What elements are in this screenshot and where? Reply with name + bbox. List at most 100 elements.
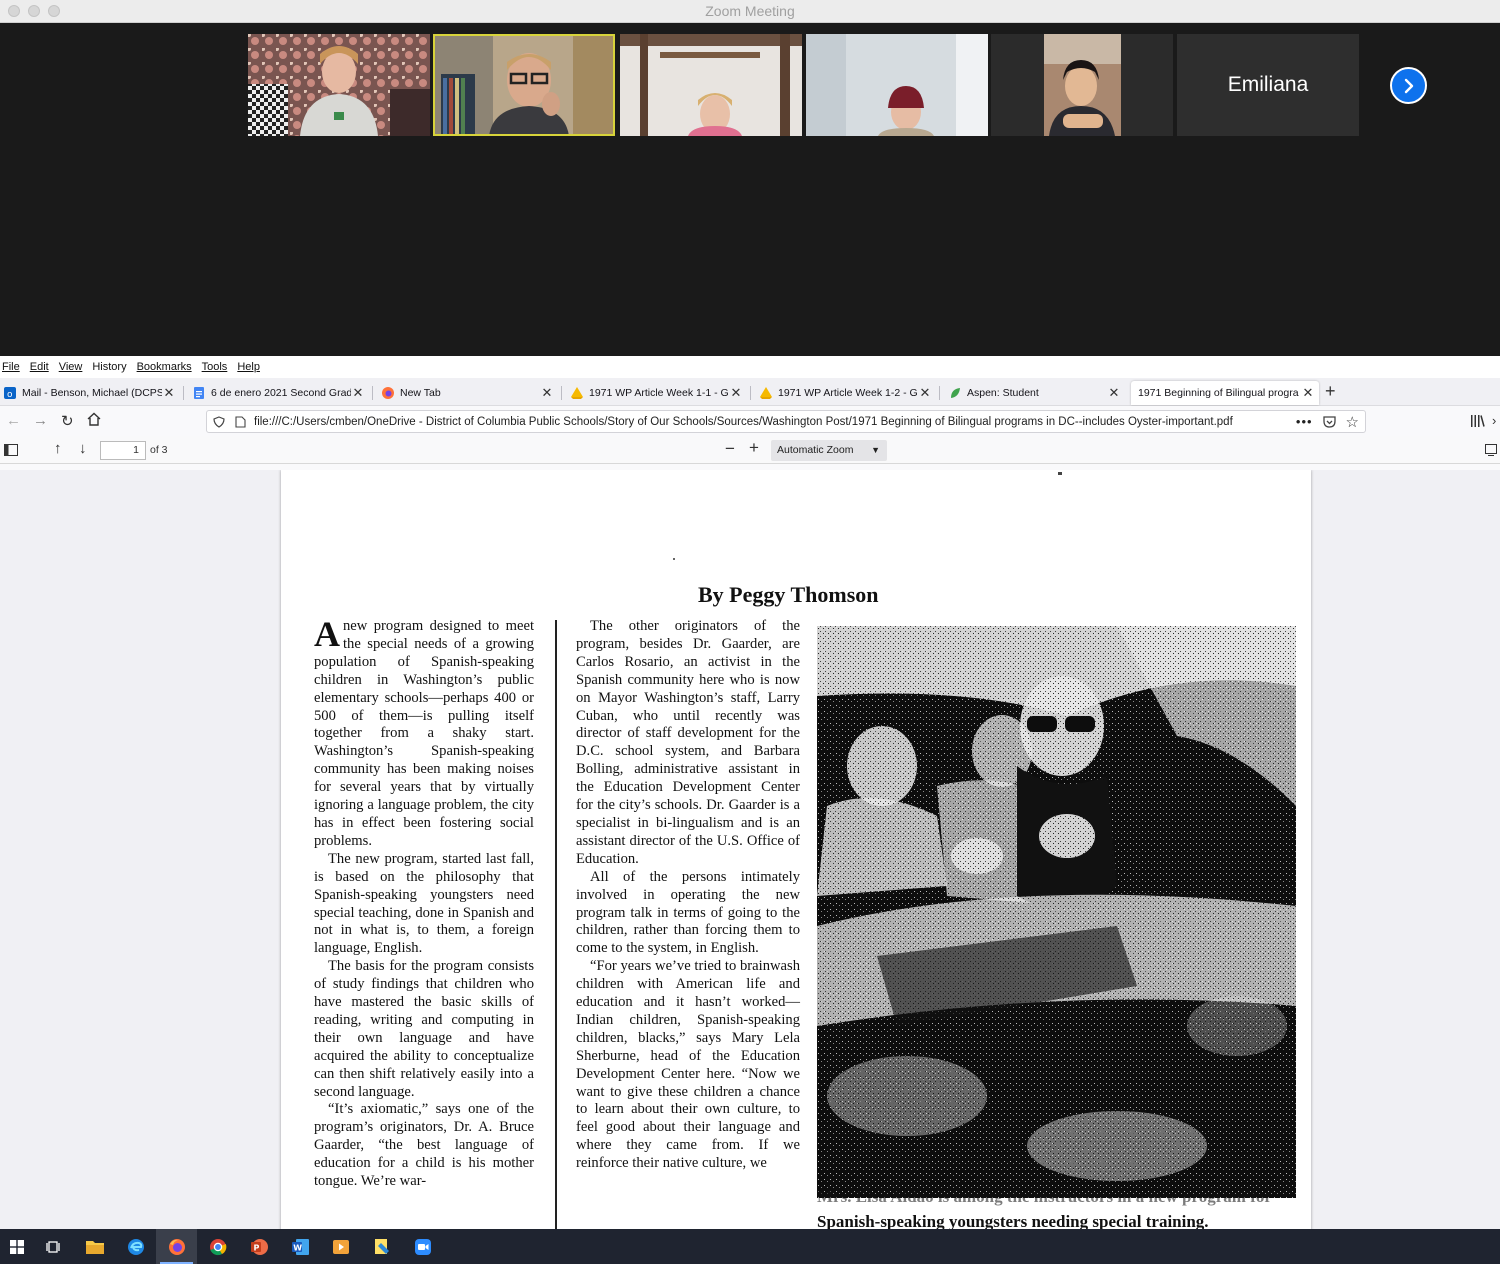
menu-history[interactable]: History: [92, 361, 126, 373]
zoom-window: Zoom Meeting Emiliana: [0, 0, 1500, 356]
firefox-window: File Edit View History Bookmarks Tools H…: [0, 356, 1500, 1229]
task-view-button[interactable]: [33, 1229, 74, 1264]
forward-button[interactable]: →: [33, 412, 48, 429]
page-number-input[interactable]: 1: [100, 441, 146, 460]
powerpoint-icon: P: [250, 1238, 268, 1255]
aspen-icon: [949, 387, 961, 399]
previous-page-button[interactable]: ↑: [54, 440, 62, 457]
word-button[interactable]: W: [279, 1229, 320, 1264]
page-icon: [235, 415, 246, 428]
close-tab-icon[interactable]: ✕: [1107, 385, 1121, 401]
tab-drive-article-2[interactable]: 1971 WP Article Week 1-2 - Goo ✕: [756, 381, 936, 405]
pdf-page: By Peggy Thomson A new program designed …: [281, 470, 1311, 1229]
media-player-icon: [332, 1239, 349, 1254]
home-icon: [87, 412, 101, 426]
google-docs-icon: [193, 387, 205, 399]
tools-menu-icon[interactable]: [1485, 444, 1497, 456]
file-explorer-icon: [85, 1241, 104, 1254]
close-tab-icon[interactable]: ✕: [918, 385, 932, 401]
next-page-button[interactable]: ↓: [79, 440, 87, 457]
scan-speck: [673, 558, 675, 560]
next-gallery-page-button[interactable]: [1390, 67, 1427, 104]
article-column-2: The other originators of the program, be…: [576, 618, 800, 1172]
tab-drive-article-1[interactable]: 1971 WP Article Week 1-1 - Goo ✕: [567, 381, 747, 405]
article-byline: By Peggy Thomson: [698, 582, 879, 607]
participant-video-tile[interactable]: [991, 34, 1173, 136]
close-tab-icon[interactable]: ✕: [162, 385, 176, 401]
url-text[interactable]: file:///C:/Users/cmben/OneDrive - Distri…: [254, 416, 1233, 428]
tab-pdf-selected[interactable]: 1971 Beginning of Bilingual progra ✕: [1131, 381, 1319, 405]
zoom-window-title: Zoom Meeting: [705, 3, 795, 19]
pdf-toolbar: ↑ ↓ 1 of 3 − + Automatic Zoom ▼: [0, 436, 1500, 464]
bookmark-star-icon[interactable]: ☆: [1346, 413, 1359, 431]
menu-bookmarks[interactable]: Bookmarks: [137, 361, 192, 373]
powerpoint-button[interactable]: P: [238, 1229, 279, 1264]
tracking-shield-icon[interactable]: [213, 415, 225, 428]
svg-text:P: P: [253, 1243, 259, 1252]
media-player-button[interactable]: [320, 1229, 361, 1264]
file-explorer-button[interactable]: [74, 1229, 115, 1264]
firefox-taskbar-button[interactable]: [156, 1229, 197, 1264]
close-tab-icon[interactable]: ✕: [1301, 385, 1315, 401]
zoom-taskbar-button[interactable]: [402, 1229, 443, 1264]
word-icon: W: [291, 1238, 309, 1255]
chrome-button[interactable]: [197, 1229, 238, 1264]
sticky-notes-button[interactable]: [361, 1229, 402, 1264]
task-view-icon: [45, 1240, 60, 1253]
zoom-icon: [414, 1238, 431, 1255]
reload-button[interactable]: ↻: [61, 412, 74, 430]
library-icon[interactable]: [1470, 414, 1486, 428]
firefox-icon: [168, 1238, 185, 1255]
windows-taskbar: P W: [0, 1229, 1500, 1264]
back-button[interactable]: ←: [6, 412, 21, 429]
tab-aspen-student[interactable]: Aspen: Student ✕: [945, 381, 1125, 405]
tab-strip: o Mail - Benson, Michael (DCPS) ✕ 6 de e…: [0, 378, 1500, 406]
sticky-notes-icon: [374, 1238, 389, 1254]
close-tab-icon[interactable]: ✕: [729, 385, 743, 401]
sidebar-toggle-icon[interactable]: [4, 444, 18, 456]
menu-view[interactable]: View: [59, 361, 83, 373]
chevron-down-icon: ▼: [871, 445, 880, 455]
participant-video-tile[interactable]: [806, 34, 988, 136]
url-bar[interactable]: file:///C:/Users/cmben/OneDrive - Distri…: [206, 410, 1366, 433]
svg-text:W: W: [293, 1243, 302, 1252]
photo-caption: Mrs. Elsa Aldao is among the instructors…: [817, 1187, 1272, 1229]
zoom-level-select[interactable]: Automatic Zoom ▼: [771, 440, 887, 461]
close-tab-icon[interactable]: ✕: [351, 385, 365, 401]
pdf-viewport[interactable]: By Peggy Thomson A new program designed …: [0, 470, 1500, 1229]
edge-button[interactable]: [115, 1229, 156, 1264]
windows-start-icon: [9, 1239, 24, 1254]
pocket-icon[interactable]: [1322, 415, 1336, 428]
tab-mail[interactable]: o Mail - Benson, Michael (DCPS) ✕: [0, 381, 180, 405]
windows-start-button[interactable]: [0, 1229, 33, 1264]
menu-file[interactable]: File: [2, 361, 20, 373]
participant-name-tile[interactable]: Emiliana: [1177, 34, 1359, 136]
scan-speck: [1058, 472, 1062, 475]
navigation-toolbar: ← → ↻ file:///C:/Users/cmben/OneDrive - …: [0, 406, 1500, 436]
close-tab-icon[interactable]: ✕: [540, 385, 554, 401]
outlook-icon: o: [4, 387, 16, 399]
chrome-icon: [209, 1238, 226, 1255]
tab-google-doc[interactable]: 6 de enero 2021 Second Grade ✕: [189, 381, 369, 405]
zoom-out-button[interactable]: −: [725, 439, 735, 459]
tab-new-tab[interactable]: New Tab ✕: [378, 381, 558, 405]
participant-video-tile[interactable]: [248, 34, 430, 136]
menu-help[interactable]: Help: [237, 361, 260, 373]
menu-tools[interactable]: Tools: [202, 361, 228, 373]
participant-video-tile[interactable]: [620, 34, 802, 136]
page-actions-icon[interactable]: •••: [1296, 414, 1313, 429]
firefox-icon: [382, 387, 394, 399]
participant-name: Emiliana: [1227, 73, 1309, 96]
edge-icon: [127, 1238, 144, 1255]
drop-cap: A: [314, 614, 340, 654]
drive-icon: [571, 387, 583, 399]
page-count: of 3: [150, 444, 168, 456]
new-tab-button[interactable]: +: [1325, 381, 1336, 402]
menu-edit[interactable]: Edit: [30, 361, 49, 373]
participant-video-tile-active-speaker[interactable]: [433, 34, 615, 136]
article-column-1: A new program designed to meet the speci…: [314, 614, 534, 1190]
home-button[interactable]: [87, 412, 101, 430]
participant-gallery: Emiliana: [0, 34, 1500, 138]
zoom-in-button[interactable]: +: [749, 438, 759, 458]
overflow-menu-icon[interactable]: ›: [1492, 413, 1496, 428]
